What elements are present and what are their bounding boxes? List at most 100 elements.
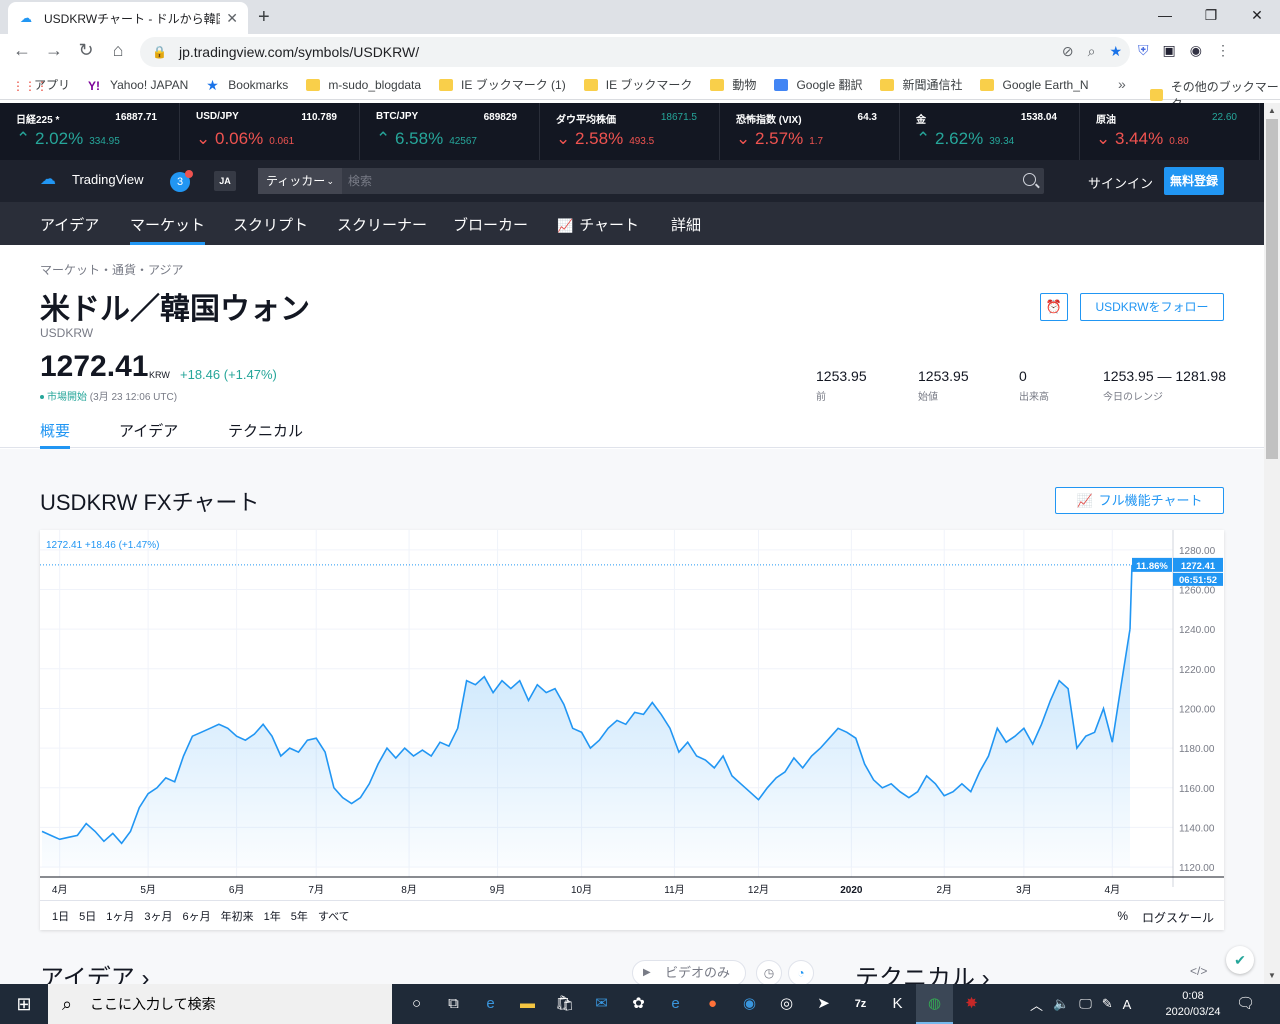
extension-icon[interactable]: ▣ [1163, 42, 1176, 59]
range-5y[interactable]: 5年 [291, 908, 308, 924]
reload-icon[interactable]: ↻ [74, 40, 98, 61]
nav-chart[interactable]: 📈 チャート [557, 214, 639, 235]
ie-icon[interactable]: e [657, 984, 694, 1024]
bookmark-folder[interactable]: Google Earth_N [980, 78, 1089, 92]
ticker-item[interactable]: 日経225 * 16887.71 ⌃ 2.02% 334.95 [0, 103, 180, 160]
firefox-icon[interactable]: ● [694, 984, 731, 1024]
follow-button[interactable]: USDKRWをフォロー [1080, 293, 1224, 321]
ticker-item[interactable]: 金 1538.04 ⌃ 2.62% 39.34 [900, 103, 1080, 160]
chart-canvas[interactable]: 1120.00 1140.00 1160.00 1180.00 1200.00 1220.… [40, 530, 1224, 900]
blocked-popup-icon[interactable]: ⊘ [1062, 43, 1074, 60]
file-explorer-icon[interactable]: ▬ [509, 984, 546, 1024]
bookmark-star-icon[interactable]: ★ [1109, 43, 1122, 60]
address-bar[interactable]: 🔒 jp.tradingview.com/symbols/USDKRW/ ⊘ ⌕… [140, 37, 1130, 67]
breadcrumb[interactable]: マーケット・通貨・アジア [40, 261, 184, 278]
bookmark-bookmarks[interactable]: ★ Bookmarks [206, 78, 288, 92]
range-1m[interactable]: 1ヶ月 [106, 908, 134, 924]
app-icon[interactable]: ✿ [620, 984, 657, 1024]
action-center-icon[interactable]: 🗨 [1236, 994, 1255, 1012]
network-icon[interactable]: 🖵 [1079, 996, 1092, 1012]
tradingview-logo[interactable]: ☁ TradingView [40, 171, 144, 187]
taskbar-search[interactable]: ここに入力して検索 [48, 984, 392, 1024]
bookmark-folder[interactable]: m-sudo_blogdata [306, 78, 421, 92]
back-icon[interactable]: ← [10, 40, 34, 61]
ticker-item[interactable]: 恐怖指数 (VIX) 64.3 ⌄ 2.57% 1.7 [720, 103, 900, 160]
range-ytd[interactable]: 年初来 [221, 908, 254, 924]
minimize-icon[interactable]: — [1142, 0, 1188, 30]
search-input[interactable] [348, 168, 1008, 194]
full-chart-button[interactable]: 📈 フル機能チャート [1055, 487, 1224, 514]
taskbar-clock[interactable]: 0:08 2020/03/24 [1158, 988, 1228, 1020]
range-1y[interactable]: 1年 [264, 908, 281, 924]
bookmark-folder[interactable]: IE ブックマーク (1) [439, 76, 566, 93]
app-icon[interactable]: ◉ [731, 984, 768, 1024]
ticker-item[interactable]: ダウ平均株価 18671.5 ⌄ 2.58% 493.5 [540, 103, 720, 160]
scroll-up-icon[interactable]: ▲ [1264, 103, 1280, 119]
video-only-toggle[interactable]: ビデオのみ [632, 960, 746, 986]
ticker-item[interactable]: USD/JPY 110.789 ⌄ 0.06% 0.061 [180, 103, 360, 160]
app-icon[interactable]: ◎ [768, 984, 805, 1024]
profile-avatar-icon[interactable]: ◉ [1190, 42, 1202, 59]
ime-icon[interactable]: A [1123, 997, 1132, 1012]
embed-code-icon[interactable]: </> [1190, 964, 1207, 978]
home-icon[interactable]: ⌂ [106, 40, 130, 61]
close-tab-icon[interactable]: ✕ [226, 10, 238, 27]
cortana-icon[interactable]: ○ [398, 984, 435, 1024]
nav-markets[interactable]: マーケット [130, 214, 206, 245]
popular-icon[interactable]: ◔ [788, 960, 814, 986]
restore-icon[interactable]: ❐ [1188, 0, 1234, 30]
bookmark-yahoo[interactable]: Y! Yahoo! JAPAN [88, 78, 188, 93]
pen-icon[interactable]: ✎ [1102, 996, 1113, 1012]
tray-chevron-icon[interactable]: ︿ [1030, 995, 1043, 1014]
new-tab-icon[interactable]: + [258, 6, 270, 29]
mail-icon[interactable]: ✉ [583, 984, 620, 1024]
app-icon[interactable]: ✸ [953, 984, 990, 1024]
task-view-icon[interactable]: ⧉ [435, 984, 472, 1024]
forward-icon[interactable]: → [42, 40, 66, 61]
tab-ideas[interactable]: アイデア [119, 420, 178, 441]
tab-overview[interactable]: 概要 [40, 420, 71, 449]
search-icon[interactable] [1023, 173, 1036, 186]
bookmark-folder[interactable]: IE ブックマーク [583, 76, 692, 93]
scroll-down-icon[interactable]: ▼ [1264, 968, 1280, 984]
bookmark-google-translate[interactable]: Google 翻訳 [774, 76, 862, 93]
zoom-icon[interactable]: ⌕ [1088, 43, 1096, 60]
signin-link[interactable]: サインイン [1088, 173, 1153, 192]
shield-extension-icon[interactable]: ⛨ [1138, 42, 1149, 59]
range-1d[interactable]: 1日 [52, 908, 69, 924]
search-type-select[interactable]: ティッカー ⌄ [258, 168, 342, 194]
percent-scale-toggle[interactable]: % [1117, 909, 1128, 926]
range-all[interactable]: すべて [318, 908, 350, 924]
nav-brokers[interactable]: ブローカー [453, 214, 528, 235]
page-scrollbar[interactable]: ▲ ▼ [1264, 103, 1280, 984]
clock-icon[interactable]: ◷ [756, 960, 782, 986]
bookmark-folder[interactable]: 新聞通信社 [880, 76, 962, 93]
lock-icon[interactable]: 🔒 [152, 45, 167, 59]
language-button[interactable]: JA [214, 171, 236, 191]
bookmark-apps[interactable]: ⋮⋮⋮ アプリ [12, 76, 70, 93]
nav-scripts[interactable]: スクリプト [233, 214, 308, 235]
chrome-icon[interactable]: ◍ [916, 984, 953, 1024]
more-bookmarks-chevron-icon[interactable]: » [1118, 76, 1126, 92]
edge-icon[interactable]: e [472, 984, 509, 1024]
volume-icon[interactable]: 🔈 [1053, 996, 1069, 1012]
log-scale-toggle[interactable]: ログスケール [1142, 909, 1214, 926]
windows-start-icon[interactable]: ⊞ [0, 984, 48, 1024]
notification-badge[interactable]: 3 [170, 170, 193, 192]
app-icon[interactable]: K [879, 984, 916, 1024]
ticker-item[interactable]: BTC/JPY 689829 ⌃ 6.58% 42567 [360, 103, 540, 160]
tab-technicals[interactable]: テクニカル [228, 420, 303, 441]
scrollbar-thumb[interactable] [1266, 119, 1278, 459]
browser-tab[interactable]: ☁ USDKRWチャート - ドルから韓国ウォ ✕ [8, 2, 248, 34]
nav-more[interactable]: 詳細 [671, 214, 701, 235]
range-5d[interactable]: 5日 [79, 908, 96, 924]
bookmark-folder[interactable]: 動物 [710, 76, 756, 93]
alert-clock-icon[interactable]: ⏰ [1040, 293, 1068, 321]
menu-kebab-icon[interactable]: ⋮ [1216, 42, 1230, 59]
nav-screener[interactable]: スクリーナー [337, 214, 427, 235]
close-window-icon[interactable]: ✕ [1234, 0, 1280, 30]
7zip-icon[interactable]: 7z [842, 984, 879, 1024]
ticker-item[interactable]: 原油 22.60 ⌄ 3.44% 0.80 [1080, 103, 1260, 160]
signup-button[interactable]: 無料登録 [1164, 167, 1224, 195]
shield-check-icon[interactable]: ✔ [1226, 946, 1254, 974]
